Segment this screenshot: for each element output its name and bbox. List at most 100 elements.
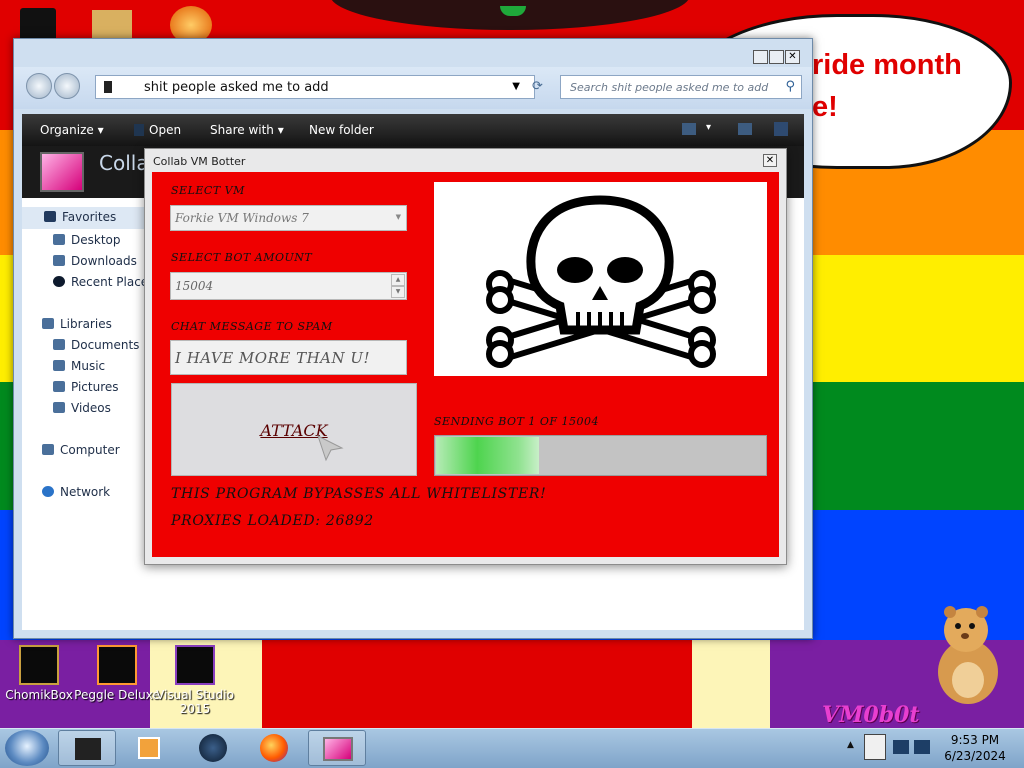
nav-recent-places[interactable]: Recent Places [53, 275, 154, 289]
open-button[interactable]: Open [134, 123, 181, 137]
nav-documents[interactable]: Documents [53, 338, 139, 352]
start-button[interactable] [5, 730, 49, 766]
pictures-icon [53, 381, 65, 392]
search-input[interactable]: Search shit people asked me to add ⚲ [560, 75, 802, 99]
bypass-notice: THIS PROGRAM BYPASSES ALL WHITELISTER! [171, 486, 547, 502]
back-button[interactable] [26, 73, 52, 99]
forward-button[interactable] [54, 73, 80, 99]
preview-pane-icon[interactable] [738, 123, 752, 135]
recent-places-icon [53, 276, 65, 287]
speech-bubble-line-1: ride month [812, 49, 962, 81]
chat-message-field[interactable]: I HAVE MORE THAN U! [170, 340, 407, 375]
nav-computer[interactable]: Computer [42, 443, 120, 457]
media-player-icon [138, 737, 160, 759]
folder-thumbnail-icon [40, 152, 84, 192]
bot-amount-stepper[interactable]: 15004 ▲ ▼ [170, 272, 407, 300]
wallpaper-figure-shirt [262, 640, 692, 728]
skull-crossbones-icon [486, 195, 716, 368]
sending-progress-bar [434, 435, 767, 476]
nav-network-label: Network [60, 485, 111, 499]
open-icon [134, 124, 144, 136]
clock-time: 9:53 PM [950, 733, 1000, 747]
mouse-cursor-icon [316, 434, 344, 462]
chomikbox-icon [19, 645, 59, 685]
select-vm-label: SELECT VM [171, 184, 245, 197]
taskbar-pinned-firefox[interactable] [245, 730, 303, 766]
address-field[interactable]: shit people asked me to add ▼ [95, 75, 535, 99]
taskbar-pinned-media[interactable] [120, 730, 178, 766]
peggle-icon [97, 645, 137, 685]
explorer-toolbar: Organize ▾ Open Share with ▾ New folder … [22, 114, 804, 146]
help-icon[interactable] [774, 122, 788, 136]
firefox-icon [260, 734, 288, 762]
botter-title: Collab VM Botter [153, 155, 246, 168]
nav-desktop[interactable]: Desktop [53, 233, 121, 247]
documents-icon [53, 339, 65, 350]
search-icon: ⚲ [785, 79, 795, 94]
nav-computer-label: Computer [60, 443, 120, 457]
attack-button[interactable]: ATTACK [171, 383, 417, 476]
nav-videos[interactable]: Videos [53, 401, 111, 415]
nav-downloads-label: Downloads [71, 254, 137, 268]
speech-bubble-line-2: e! [812, 91, 838, 123]
chevron-down-icon: ▼ [395, 213, 401, 221]
nav-favorites[interactable]: Favorites [22, 207, 148, 229]
tray-app-icon[interactable] [864, 734, 886, 760]
navigation-pane: Favorites Desktop Downloads Recent Place… [22, 198, 154, 630]
desktop-icon-visual-studio[interactable]: Visual Studio 2015 [150, 645, 240, 716]
botter-close-button[interactable]: ✕ [763, 154, 777, 167]
taskbar-pinned-steam[interactable] [184, 730, 242, 766]
bot-amount-value: 15004 [175, 279, 214, 293]
downloads-icon [53, 255, 65, 266]
share-with-label: Share with [210, 123, 274, 137]
steam-icon [199, 734, 227, 762]
view-dropdown-icon[interactable]: ▾ [706, 122, 711, 133]
open-label: Open [149, 123, 182, 137]
desktop-icon-label: Peggle Deluxe [74, 688, 160, 702]
hamster-mascot [928, 600, 1008, 706]
new-folder-label: New folder [309, 123, 374, 137]
address-dropdown-icon[interactable]: ▼ [512, 81, 520, 92]
explorer-caption-buttons: ✕ [753, 50, 803, 66]
select-vm-value: Forkie VM Windows 7 [175, 211, 309, 225]
tray-network-icon[interactable] [893, 740, 909, 754]
visual-studio-icon [175, 645, 215, 685]
maximize-button[interactable] [769, 50, 784, 64]
refresh-icon[interactable]: ⟳ [532, 79, 543, 94]
desktop-icon-peggle[interactable]: Peggle Deluxe [72, 645, 162, 702]
organize-button[interactable]: Organize ▾ [40, 123, 104, 137]
taskbar-botter-app[interactable] [308, 730, 366, 766]
proxies-loaded: PROXIES LOADED: 26892 [171, 513, 374, 529]
taskbar-clock[interactable]: 9:53 PM 6/23/2024 [940, 732, 1010, 764]
taskbar-pinned-explorer[interactable] [58, 730, 116, 766]
chat-message-label: CHAT MESSAGE TO SPAM [171, 320, 333, 333]
progress-bar-fill [436, 437, 539, 474]
tray-volume-icon[interactable] [914, 740, 930, 754]
new-folder-button[interactable]: New folder [309, 123, 374, 137]
minimize-button[interactable] [753, 50, 768, 64]
select-vm-dropdown[interactable]: Forkie VM Windows 7 ▼ [170, 205, 407, 231]
computer-icon [42, 444, 54, 455]
stepper-down-icon[interactable]: ▼ [391, 286, 405, 298]
network-icon [42, 486, 54, 497]
nav-libraries[interactable]: Libraries [42, 317, 112, 331]
close-button[interactable]: ✕ [785, 50, 800, 64]
speech-bubble-text: ride month e! [812, 44, 962, 128]
star-icon [44, 211, 56, 222]
share-with-button[interactable]: Share with ▾ [210, 123, 284, 137]
nav-documents-label: Documents [71, 338, 140, 352]
view-options-icon[interactable] [682, 123, 696, 135]
nav-pictures[interactable]: Pictures [53, 380, 119, 394]
desktop-icon-label: Visual Studio 2015 [156, 688, 234, 716]
nav-pictures-label: Pictures [71, 380, 119, 394]
stepper-up-icon[interactable]: ▲ [391, 274, 405, 286]
libraries-icon [42, 318, 54, 329]
nav-music-label: Music [71, 359, 106, 373]
nav-network[interactable]: Network [42, 485, 110, 499]
skull-image [434, 182, 767, 376]
tray-show-hidden-icon[interactable]: ▲ [847, 740, 854, 750]
music-icon [53, 360, 65, 371]
nav-downloads[interactable]: Downloads [53, 254, 137, 268]
chat-message-value: I HAVE MORE THAN U! [175, 349, 371, 367]
nav-music[interactable]: Music [53, 359, 105, 373]
